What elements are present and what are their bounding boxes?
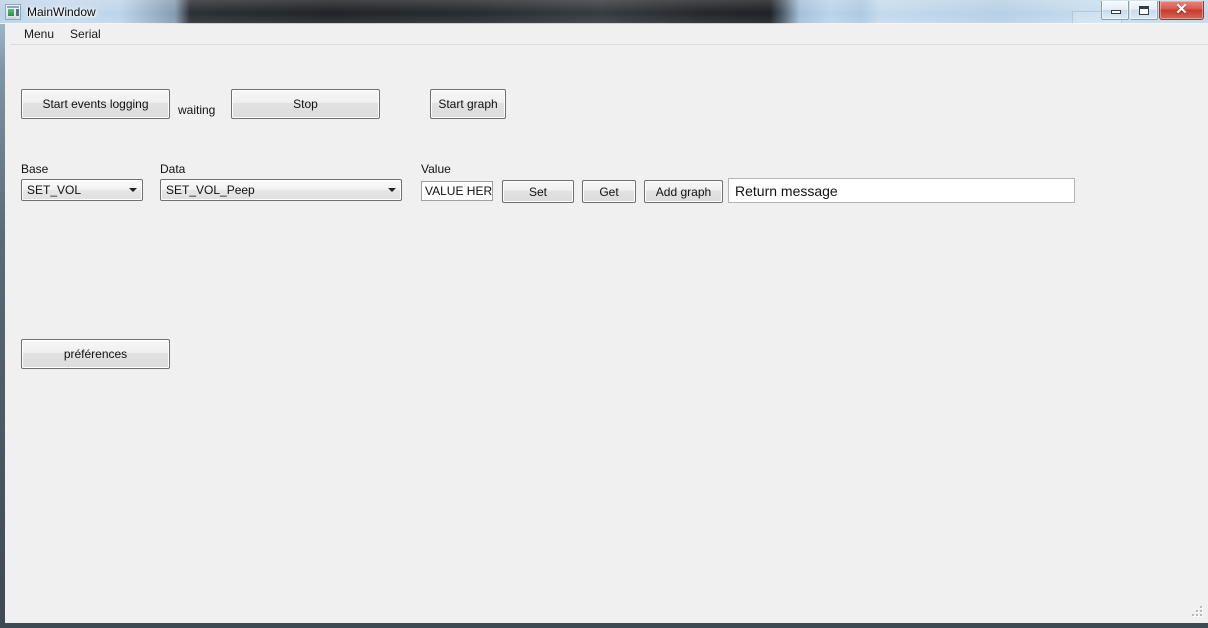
title-bar[interactable]: MainWindow ✕ bbox=[0, 0, 1208, 24]
menu-item-menu[interactable]: Menu bbox=[16, 25, 62, 44]
base-label: Base bbox=[21, 162, 49, 176]
set-button[interactable]: Set bbox=[502, 180, 574, 203]
data-combobox-value: SET_VOL_Peep bbox=[166, 183, 255, 197]
stop-button[interactable]: Stop bbox=[231, 89, 380, 119]
resize-grip[interactable] bbox=[1190, 606, 1204, 620]
icon-sidebar-glyph bbox=[16, 9, 19, 16]
start-graph-button[interactable]: Start graph bbox=[430, 89, 506, 119]
maximize-button[interactable] bbox=[1130, 1, 1158, 20]
icon-titlebar-glyph bbox=[7, 6, 19, 8]
window-frame: Menu Serial Start events logging waiting… bbox=[0, 24, 1208, 628]
base-combobox[interactable]: SET_VOL bbox=[21, 179, 143, 201]
main-window: MainWindow ✕ Menu Serial Start events lo… bbox=[0, 0, 1208, 628]
get-button[interactable]: Get bbox=[582, 180, 636, 203]
value-label: Value bbox=[421, 162, 451, 176]
preferences-button[interactable]: préférences bbox=[21, 339, 170, 369]
maximize-icon bbox=[1139, 6, 1149, 15]
close-button[interactable]: ✕ bbox=[1159, 1, 1204, 20]
application-window-icon[interactable] bbox=[5, 4, 21, 20]
minimize-button[interactable] bbox=[1101, 1, 1129, 20]
window-controls: ✕ bbox=[1101, 1, 1204, 20]
client-area: Start events logging waiting Stop Start … bbox=[10, 45, 1208, 623]
return-message-input[interactable]: Return message bbox=[728, 178, 1075, 203]
base-combobox-value: SET_VOL bbox=[27, 183, 82, 197]
icon-footer-glyph bbox=[8, 17, 16, 19]
start-events-logging-button[interactable]: Start events logging bbox=[21, 89, 170, 119]
chevron-down-icon[interactable] bbox=[124, 180, 142, 200]
logging-status-label: waiting bbox=[178, 103, 216, 117]
icon-green-panel-glyph bbox=[8, 9, 14, 16]
add-graph-button[interactable]: Add graph bbox=[644, 180, 723, 203]
aero-glass-overlay bbox=[0, 0, 1208, 24]
close-icon: ✕ bbox=[1175, 2, 1188, 18]
minimize-icon bbox=[1111, 10, 1121, 14]
value-input[interactable]: VALUE HERE bbox=[421, 181, 493, 201]
data-label: Data bbox=[160, 162, 186, 176]
window-frame-inner: Menu Serial Start events logging waiting… bbox=[10, 24, 1208, 623]
chevron-down-icon[interactable] bbox=[383, 180, 401, 200]
data-combobox[interactable]: SET_VOL_Peep bbox=[160, 179, 402, 201]
menu-item-serial[interactable]: Serial bbox=[62, 25, 109, 44]
menu-bar: Menu Serial bbox=[10, 24, 1208, 45]
